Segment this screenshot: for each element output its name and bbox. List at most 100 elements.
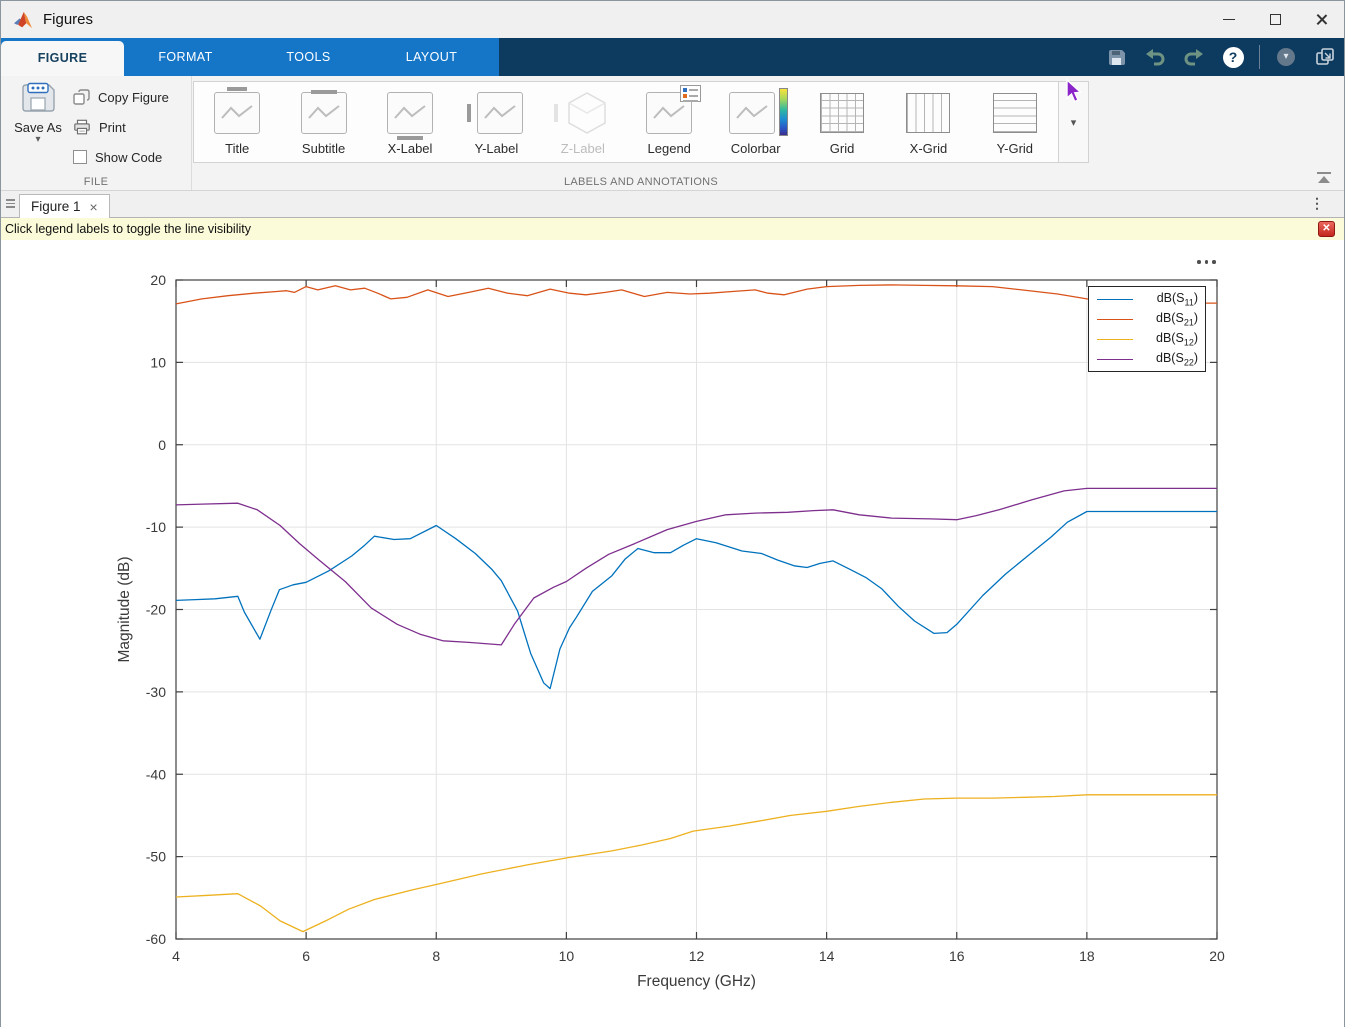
colorbar-button[interactable]: Colorbar <box>712 82 798 162</box>
undo-button[interactable] <box>1142 43 1168 71</box>
svg-text:-30: -30 <box>146 684 166 700</box>
banner-close-button[interactable]: ✕ <box>1318 221 1335 237</box>
title-icon <box>207 88 267 138</box>
tab-tools[interactable]: TOOLS <box>247 38 370 76</box>
svg-text:-60: -60 <box>146 931 166 947</box>
figure-tabbar: Figure 1 × ⋮ <box>1 191 1344 218</box>
legend-label-s21: dB(S21) <box>1156 311 1198 328</box>
matlab-logo-icon <box>13 11 33 29</box>
legend-button[interactable]: Legend <box>626 82 712 162</box>
gallery-expand-caret-icon: ▾ <box>1071 116 1077 129</box>
gallery-expand-button[interactable]: ▾ <box>1059 81 1089 163</box>
close-icon <box>1315 13 1328 26</box>
legend-item-s12[interactable]: dB(S12) <box>1097 329 1198 349</box>
info-banner: Click legend labels to toggle the line v… <box>1 218 1344 240</box>
collapse-ribbon-button[interactable] <box>1314 172 1334 186</box>
quick-save-button[interactable] <box>1103 43 1129 71</box>
legend-label-s11: dB(S11) <box>1157 291 1198 308</box>
show-code-checkbox[interactable] <box>73 150 87 164</box>
print-button[interactable]: Print <box>73 114 169 140</box>
title-label: Title <box>225 141 249 156</box>
z-label-label: Z-Label <box>561 141 605 156</box>
svg-text:10: 10 <box>559 948 575 964</box>
legend-line-sample-s21 <box>1097 319 1133 320</box>
title-button[interactable]: Title <box>194 82 280 162</box>
save-as-label: Save As <box>9 120 67 135</box>
y-label-button[interactable]: Y-Label <box>453 82 539 162</box>
copy-figure-button[interactable]: Copy Figure <box>73 84 169 110</box>
x-grid-icon <box>898 88 958 138</box>
maximize-button[interactable] <box>1252 1 1298 38</box>
svg-text:20: 20 <box>150 272 166 288</box>
print-icon <box>73 119 91 136</box>
y-grid-label: Y-Grid <box>997 141 1033 156</box>
legend-label: Legend <box>648 141 691 156</box>
y-grid-icon <box>985 88 1045 138</box>
banner-text: Click legend labels to toggle the line v… <box>5 222 251 236</box>
tab-layout[interactable]: LAYOUT <box>370 38 493 76</box>
file-section-caption: FILE <box>1 176 191 188</box>
x-label-icon <box>380 88 440 138</box>
svg-text:-50: -50 <box>146 849 166 865</box>
show-code-label: Show Code <box>95 150 162 165</box>
svg-text:10: 10 <box>150 354 166 370</box>
z-label-button: Z-Label <box>540 82 626 162</box>
save-as-button[interactable]: Save As ▾ <box>9 82 67 145</box>
svg-text:6: 6 <box>302 948 310 964</box>
legend-item-s11[interactable]: dB(S11) <box>1097 289 1198 309</box>
svg-text:14: 14 <box>819 948 835 964</box>
minimize-button[interactable] <box>1206 1 1252 38</box>
legend-label-s22: dB(S22) <box>1156 351 1198 368</box>
figure-panel: 468101214161820-60-50-40-30-20-1001020Fr… <box>1 240 1344 1027</box>
tab-figure[interactable]: FIGURE <box>1 41 124 76</box>
colorbar-label: Colorbar <box>731 141 781 156</box>
figure-tab-label: Figure 1 <box>31 199 81 214</box>
legend-item-s22[interactable]: dB(S22) <box>1097 349 1198 369</box>
file-section: Save As ▾ Copy Figure <box>1 76 192 190</box>
svg-text:18: 18 <box>1079 948 1095 964</box>
tabbar-overflow-icon[interactable]: ⋮ <box>1310 195 1324 212</box>
show-code-toggle[interactable]: Show Code <box>73 144 169 170</box>
tab-format[interactable]: FORMAT <box>124 38 247 76</box>
help-button[interactable]: ? <box>1220 43 1246 71</box>
svg-text:-40: -40 <box>146 766 166 782</box>
tab-grip-icon[interactable] <box>6 199 15 208</box>
legend-item-s21[interactable]: dB(S21) <box>1097 309 1198 329</box>
undo-icon <box>1144 48 1166 66</box>
colorbar-icon <box>726 88 786 138</box>
y-grid-button[interactable]: Y-Grid <box>972 82 1058 162</box>
grid-button[interactable]: Grid <box>799 82 885 162</box>
popout-icon <box>1315 47 1335 67</box>
plot-legend: dB(S11) dB(S21) dB(S12) dB(S22) <box>1088 286 1206 372</box>
svg-text:12: 12 <box>689 948 705 964</box>
legend-label-s12: dB(S12) <box>1156 331 1198 348</box>
close-button[interactable] <box>1298 1 1344 38</box>
print-label: Print <box>99 120 126 135</box>
quick-access-dropdown[interactable]: ▾ <box>1273 43 1299 71</box>
x-grid-button[interactable]: X-Grid <box>885 82 971 162</box>
y-label-icon <box>466 88 526 138</box>
z-label-icon <box>553 88 613 138</box>
subtitle-icon <box>294 88 354 138</box>
save-as-caret-icon[interactable]: ▾ <box>9 135 67 145</box>
redo-button[interactable] <box>1181 43 1207 71</box>
ribbon-tabstrip: FIGURE FORMAT TOOLS LAYOUT <box>1 38 1344 76</box>
popout-button[interactable] <box>1312 43 1338 71</box>
svg-text:20: 20 <box>1209 948 1225 964</box>
legend-line-sample-s22 <box>1097 359 1133 360</box>
legend-line-sample-s11 <box>1097 299 1133 300</box>
subtitle-label: Subtitle <box>302 141 345 156</box>
grid-label: Grid <box>830 141 855 156</box>
minimize-icon <box>1223 19 1235 20</box>
collapse-ribbon-icon <box>1317 172 1331 174</box>
copy-icon <box>73 89 90 106</box>
svg-text:4: 4 <box>172 948 180 964</box>
labels-annotations-gallery: Title Subtitle X-Label <box>193 81 1059 163</box>
figure-tab-close-icon[interactable]: × <box>90 199 98 215</box>
figure-1-tab[interactable]: Figure 1 × <box>19 194 110 218</box>
x-label-button[interactable]: X-Label <box>367 82 453 162</box>
axes-toolbar-ellipsis-icon[interactable] <box>1197 260 1216 264</box>
x-label-label: X-Label <box>388 141 433 156</box>
subtitle-button[interactable]: Subtitle <box>280 82 366 162</box>
maximize-icon <box>1270 14 1281 25</box>
